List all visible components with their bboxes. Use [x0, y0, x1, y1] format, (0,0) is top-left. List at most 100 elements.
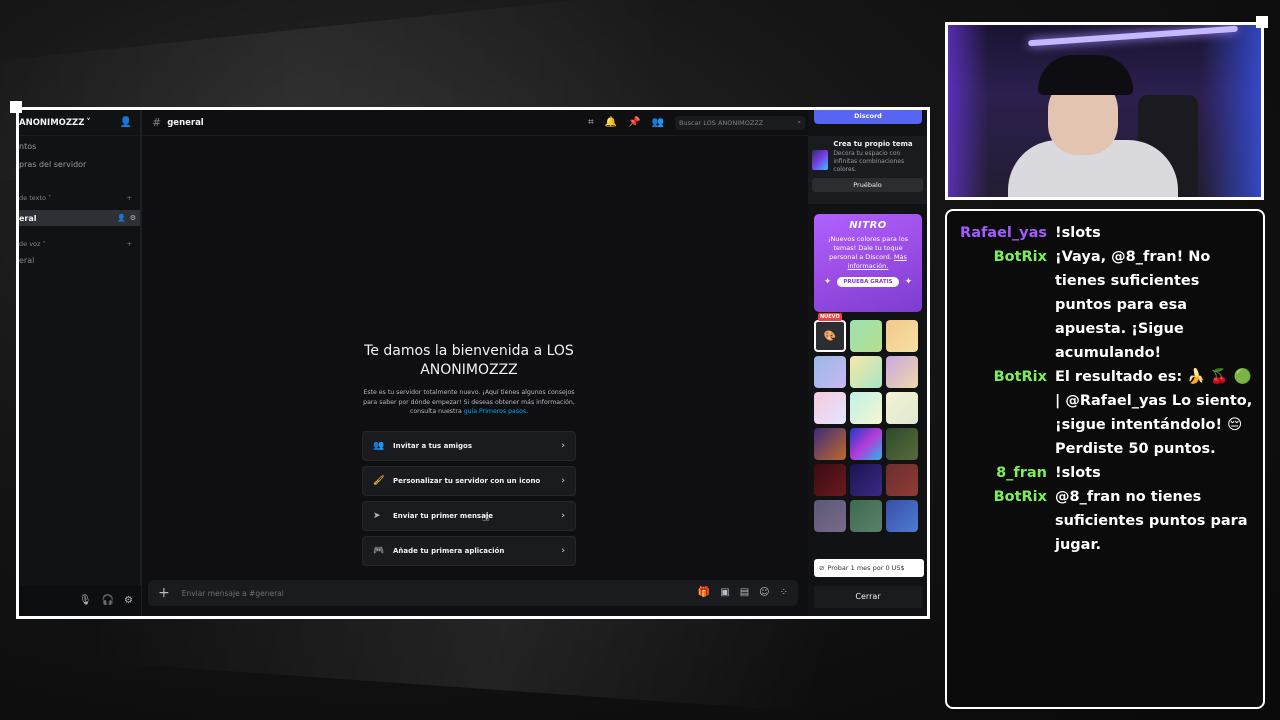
- pin-icon[interactable]: 📌: [628, 117, 640, 128]
- chat-text: !slots: [1055, 225, 1101, 241]
- sidebar-item-boosts[interactable]: pras del servidor: [19, 154, 140, 172]
- action-label: Invitar a tus amigos: [393, 441, 473, 450]
- theme-swatch[interactable]: [814, 356, 846, 388]
- chat-message: Rafael_yas !slots: [947, 221, 1253, 245]
- palette-icon: 🎨: [823, 330, 837, 342]
- headphones-icon[interactable]: 🎧: [102, 596, 114, 606]
- action-label: Enviar tu primer mensaje: [393, 511, 493, 520]
- apps-icon[interactable]: ⁘: [780, 588, 788, 598]
- nitro-message: ¡Nuevos colores para los temas! Dale tu …: [819, 235, 917, 271]
- theme-swatch[interactable]: [886, 320, 918, 352]
- chat-message: 8_fran !slots: [947, 461, 1253, 485]
- theme-swatch[interactable]: [850, 500, 882, 532]
- theme-thumbnail: [812, 150, 829, 170]
- add-app-button[interactable]: 🎮 Añade tu primera aplicación ›: [362, 535, 576, 566]
- voice-category[interactable]: de voz ˅ +: [19, 232, 140, 252]
- voice-channel-general[interactable]: eral: [19, 252, 140, 268]
- action-label: Personalizar tu servidor con un icono: [393, 476, 541, 485]
- try-month-label: Probar 1 mes por 0 US$: [827, 564, 905, 572]
- emoji-icon[interactable]: ☺: [759, 588, 769, 598]
- add-channel-icon[interactable]: +: [127, 240, 132, 252]
- channel-sidebar: ANONIMOZZZ ˅ 👤 ntos pras del servidor de …: [19, 110, 141, 616]
- composer-placeholder: Enviar mensaje a #general: [181, 588, 284, 598]
- text-category-label: de texto: [19, 194, 46, 202]
- customize-server-button[interactable]: 🖌 Personalizar tu servidor con un icono …: [362, 465, 576, 496]
- theme-swatch[interactable]: [886, 392, 918, 424]
- add-member-icon[interactable]: 👤: [120, 117, 132, 128]
- user-panel: 🎙 🎧 ⚙: [19, 586, 141, 616]
- threads-icon[interactable]: ⌗: [588, 117, 594, 128]
- welcome-text: Este es tu servidor totalmente nuevo. ¡A…: [362, 388, 576, 417]
- theme-swatch[interactable]: [850, 392, 882, 424]
- chevron-right-icon: ›: [561, 440, 565, 451]
- streamer-cap: [1038, 55, 1133, 95]
- bell-icon[interactable]: 🔔: [605, 117, 617, 128]
- close-button[interactable]: Cerrar: [814, 586, 922, 608]
- search-placeholder: Buscar LOS ANONIMOZZZ: [679, 118, 764, 127]
- theme-swatch[interactable]: [886, 464, 918, 496]
- hand-cursor-icon: ☝: [482, 510, 490, 524]
- getting-started-link[interactable]: guía Primeros pasos: [464, 408, 526, 415]
- theme-swatch[interactable]: [886, 428, 918, 460]
- chat-username: BotRix: [993, 489, 1047, 505]
- members-icon[interactable]: 👥: [652, 117, 664, 128]
- theme-title: Crea tu propio tema: [833, 140, 913, 148]
- invite-friends-button[interactable]: 👥 Invitar a tus amigos ›: [362, 430, 576, 461]
- nitro-icon: ⊘: [819, 564, 825, 572]
- custom-theme-swatch[interactable]: NUEVO 🎨: [814, 313, 846, 352]
- chat-text: El resultado es: 🍌 🍒 🟢 | @Rafael_yas Lo …: [1055, 369, 1253, 457]
- channel-topbar: # general ⌗ 🔔 📌 👥 Buscar LOS ANONIMOZZZ ⌕: [142, 110, 811, 136]
- server-header[interactable]: ANONIMOZZZ ˅ 👤: [19, 110, 140, 136]
- free-trial-button[interactable]: PRUEBA GRATIS: [837, 277, 899, 287]
- first-message-button[interactable]: ➤ Enviar tu primer mensaje ›: [362, 500, 576, 531]
- chevron-right-icon: ›: [561, 475, 565, 486]
- gift-icon[interactable]: 🎁: [698, 588, 710, 598]
- stream-chat: Rafael_yas !slots BotRix ¡Vaya, @8_fran!…: [945, 209, 1265, 709]
- try-nitro-month-button[interactable]: ⊘ Probar 1 mes por 0 US$: [814, 559, 924, 577]
- theme-swatch[interactable]: [814, 464, 846, 496]
- welcome-section: Te damos la bienvenida a LOS ANONIMOZZZ …: [362, 342, 576, 566]
- theme-swatch[interactable]: [850, 428, 882, 460]
- frame-corner: [10, 101, 22, 113]
- try-theme-button[interactable]: Pruébalo: [812, 178, 923, 192]
- theme-swatch[interactable]: [814, 500, 846, 532]
- chat-username: 8_fran: [996, 465, 1047, 481]
- chevron-right-icon: ›: [561, 510, 565, 521]
- search-input[interactable]: Buscar LOS ANONIMOZZZ ⌕: [675, 115, 805, 130]
- chat-message: BotRix ¡Vaya, @8_fran! No tienes suficie…: [947, 245, 1253, 365]
- microphone-icon[interactable]: 🎙: [79, 596, 92, 606]
- chat-username: Rafael_yas: [960, 225, 1047, 241]
- people-icon: 👥: [373, 440, 385, 451]
- text-category[interactable]: de texto ˅ +: [19, 186, 140, 206]
- paint-icon: 🖌: [373, 475, 385, 486]
- invite-icon[interactable]: 👤: [117, 214, 126, 222]
- chat-username: BotRix: [993, 249, 1047, 265]
- theme-swatch[interactable]: [850, 320, 882, 352]
- action-label: Añade tu primera aplicación: [393, 546, 505, 555]
- discord-tab[interactable]: Discord: [814, 110, 922, 124]
- theme-swatch[interactable]: [814, 392, 846, 424]
- theme-swatch[interactable]: [886, 356, 918, 388]
- channel-general[interactable]: eral 👤 ⚙: [19, 210, 140, 226]
- neon-light: [1201, 25, 1261, 197]
- plus-icon[interactable]: +: [158, 585, 170, 601]
- voice-category-label: de voz: [19, 240, 41, 248]
- chat-message: BotRix @8_fran no tienes suficientes pun…: [947, 485, 1253, 557]
- neon-light: [948, 25, 988, 197]
- gear-icon[interactable]: ⚙: [130, 214, 136, 222]
- webcam-feed: [945, 22, 1264, 200]
- chat-message: BotRix El resultado es: 🍌 🍒 🟢 | @Rafael_…: [947, 365, 1253, 461]
- chat-text: @8_fran no tienes suficientes puntos par…: [1055, 489, 1248, 553]
- message-composer[interactable]: + Enviar mensaje a #general 🎁 ▣ ▤ ☺ ⁘: [148, 580, 798, 606]
- theme-swatch[interactable]: [814, 428, 846, 460]
- sticker-icon[interactable]: ▤: [740, 588, 749, 598]
- gear-icon[interactable]: ⚙: [124, 596, 133, 606]
- add-channel-icon[interactable]: +: [127, 194, 132, 206]
- theme-swatch[interactable]: [850, 356, 882, 388]
- theme-swatch[interactable]: [886, 500, 918, 532]
- sparkle-icon: ✦: [823, 277, 832, 287]
- main-chat-area: # general ⌗ 🔔 📌 👥 Buscar LOS ANONIMOZZZ ⌕…: [142, 110, 811, 616]
- sidebar-item-events[interactable]: ntos: [19, 136, 140, 154]
- theme-swatch[interactable]: [850, 464, 882, 496]
- gif-icon[interactable]: ▣: [720, 588, 729, 598]
